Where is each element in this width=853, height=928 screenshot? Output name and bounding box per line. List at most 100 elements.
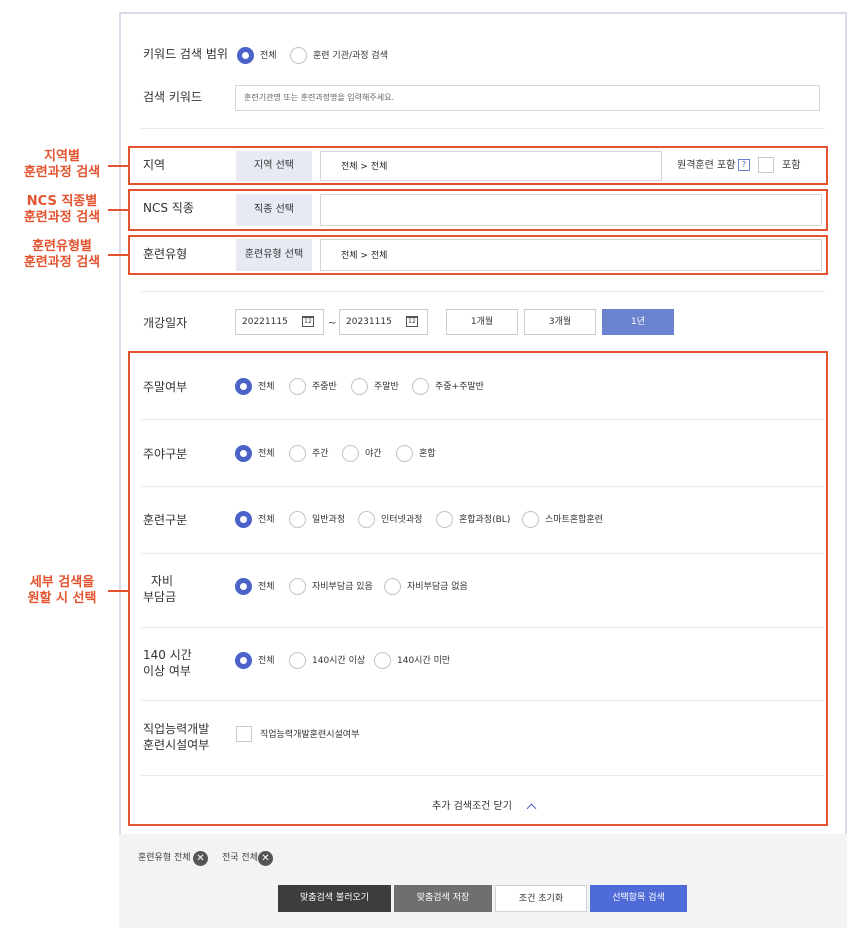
remote-training-label: 원격훈련 포함 [677,160,736,171]
hours140-label-line1: 140 시간 [143,648,192,662]
annotation-ncs: NCS 직종별 훈련과정 검색 [14,194,110,226]
annotation-detail-line2: 원할 시 선택 [27,591,97,606]
close-icon[interactable]: ✕ [193,851,208,866]
annotation-connector [108,590,129,592]
ncs-value [320,194,822,226]
close-more-conditions-label: 추가 검색조건 닫기 [432,801,512,812]
keyword-input[interactable]: 훈련기관명 또는 훈련과정명을 입력해주세요. [235,85,820,111]
training-class-smart-radio[interactable] [522,511,539,528]
period-1month-button[interactable]: 1개월 [446,309,518,335]
remote-include-label: 포함 [782,160,801,171]
divider [140,128,825,129]
annotation-training-type: 훈련유형별 훈련과정 검색 [14,239,110,271]
keyword-scope-all-radio[interactable] [237,47,254,64]
self-pay-label-line1: 자비 [151,574,174,588]
divider [140,419,825,420]
search-selected-button[interactable]: 선택항목 검색 [590,885,687,912]
weekend-all-label: 전체 [258,382,275,392]
weekend-both-label: 주중+주말반 [435,382,484,392]
annotation-ncs-line2: 훈련과정 검색 [23,210,101,225]
training-type-value: 전체 > 전체 [320,239,822,271]
training-class-blended-label: 혼합과정(BL) [459,515,511,525]
annotation-connector [108,165,129,167]
self-pay-all-radio[interactable] [235,578,252,595]
annotation-connector [108,209,129,211]
annotation-region-line2: 훈련과정 검색 [23,165,101,180]
daynight-night-radio[interactable] [342,445,359,462]
divider [140,486,825,487]
facility-checkbox[interactable] [236,726,252,742]
keyword-scope-institution-radio[interactable] [290,47,307,64]
calendar-icon[interactable]: 12 [406,316,418,327]
tag-training-type-label: 훈련유형 전체 [138,853,191,863]
region-value: 전체 > 전체 [320,151,662,181]
remote-include-checkbox[interactable] [758,157,774,173]
keyword-scope-all-label: 전체 [260,51,277,61]
weekend-all-radio[interactable] [235,378,252,395]
annotation-region-line1: 지역별 [44,149,80,164]
weekend-weekday-radio[interactable] [289,378,306,395]
self-pay-yes-label: 자비부담금 있음 [312,582,373,592]
hours140-over-radio[interactable] [289,652,306,669]
self-pay-label-line2: 부담금 [143,590,177,604]
training-class-label: 훈련구분 [143,513,188,527]
hours140-under-radio[interactable] [374,652,391,669]
weekend-both-radio[interactable] [412,378,429,395]
weekend-weekend-radio[interactable] [351,378,368,395]
hours140-label-line2: 이상 여부 [143,664,191,678]
daynight-mixed-radio[interactable] [396,445,413,462]
training-class-general-label: 일반과정 [312,515,346,525]
start-date-label: 개강일자 [143,316,188,330]
period-3month-button[interactable]: 3개월 [524,309,596,335]
keyword-scope-institution-label: 훈련 기관/과정 검색 [313,51,388,61]
ncs-select-button[interactable]: 직종 선택 [236,194,312,226]
self-pay-no-label: 자비부담금 없음 [407,582,468,592]
daynight-day-radio[interactable] [289,445,306,462]
daynight-day-label: 주간 [312,449,329,459]
load-custom-search-button[interactable]: 맞춤검색 불러오기 [278,885,391,912]
region-label: 지역 [143,158,166,172]
hours140-over-label: 140시간 이상 [312,656,366,666]
hours140-all-radio[interactable] [235,652,252,669]
daynight-all-radio[interactable] [235,445,252,462]
tag-region-label: 전국 전체 [222,853,258,863]
help-icon[interactable]: ? [738,159,750,171]
region-select-button[interactable]: 지역 선택 [236,151,312,181]
training-class-general-radio[interactable] [289,511,306,528]
chevron-up-icon [526,803,537,814]
training-class-blended-radio[interactable] [436,511,453,528]
weekend-label: 주말여부 [143,380,188,394]
search-panel [119,12,847,834]
divider [140,553,825,554]
daynight-all-label: 전체 [258,449,275,459]
weekend-weekend-label: 주말반 [374,382,399,392]
bottom-bar [119,834,847,928]
training-class-internet-label: 인터넷과정 [381,515,423,525]
calendar-icon[interactable]: 12 [302,316,314,327]
annotation-type-line2: 훈련과정 검색 [23,255,101,270]
save-custom-search-button[interactable]: 맞춤검색 저장 [394,885,492,912]
annotation-detail-line1: 세부 검색을 [29,575,95,590]
training-class-all-radio[interactable] [235,511,252,528]
self-pay-no-radio[interactable] [384,578,401,595]
period-1year-button[interactable]: 1년 [602,309,674,335]
date-separator: ~ [328,318,337,329]
keyword-scope-label: 키워드 검색 범위 [143,47,228,61]
search-page: 키워드 검색 범위 전체 훈련 기관/과정 검색 검색 키워드 훈련기관명 또는… [0,0,853,928]
daynight-mixed-label: 혼합 [419,449,436,459]
training-class-smart-label: 스마트혼합훈련 [545,515,603,525]
training-type-select-button[interactable]: 훈련유형 선택 [236,239,312,271]
divider [140,775,825,776]
facility-checkbox-label: 직업능력개발훈련시설여부 [260,730,360,740]
annotation-type-line1: 훈련유형별 [32,239,92,254]
facility-label-line2: 훈련시설여부 [143,738,210,752]
close-more-conditions-button[interactable]: 추가 검색조건 닫기 [432,799,542,815]
ncs-label: NCS 직종 [143,201,194,215]
annotation-detail: 세부 검색을 원할 시 선택 [14,575,110,607]
annotation-connector [108,254,129,256]
training-class-internet-radio[interactable] [358,511,375,528]
self-pay-yes-radio[interactable] [289,578,306,595]
close-icon[interactable]: ✕ [258,851,273,866]
training-class-all-label: 전체 [258,515,275,525]
reset-conditions-button[interactable]: 조건 초기화 [495,885,587,912]
